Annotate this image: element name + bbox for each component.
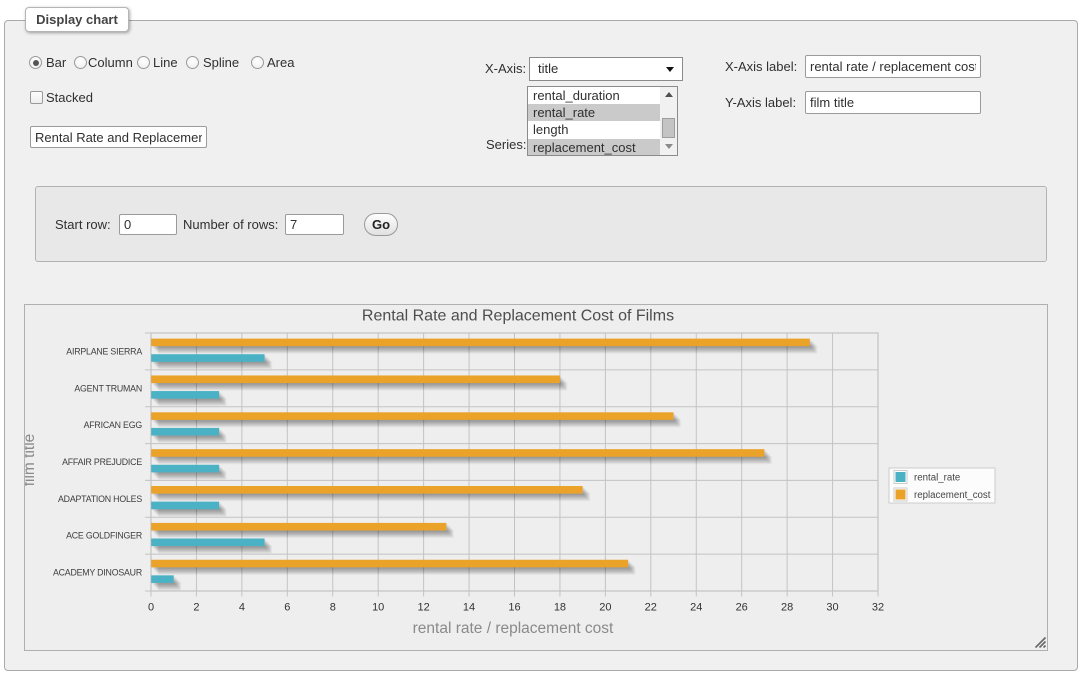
svg-text:4: 4 — [239, 602, 245, 614]
svg-text:22: 22 — [645, 602, 657, 614]
svg-text:ACE GOLDFINGER: ACE GOLDFINGER — [66, 531, 142, 541]
svg-text:replacement_cost: replacement_cost — [914, 490, 991, 501]
svg-text:AFFAIR PREJUDICE: AFFAIR PREJUDICE — [62, 457, 142, 467]
svg-text:20: 20 — [599, 602, 611, 614]
svg-text:ADAPTATION HOLES: ADAPTATION HOLES — [58, 494, 142, 504]
svg-text:ACADEMY DINOSAUR: ACADEMY DINOSAUR — [53, 568, 142, 578]
svg-text:film title: film title — [25, 434, 38, 487]
svg-text:30: 30 — [826, 602, 838, 614]
svg-text:8: 8 — [330, 602, 336, 614]
svg-text:rental_rate: rental_rate — [914, 472, 960, 483]
svg-text:AIRPLANE SIERRA: AIRPLANE SIERRA — [66, 346, 142, 356]
svg-text:AFRICAN EGG: AFRICAN EGG — [84, 420, 143, 430]
svg-text:32: 32 — [872, 602, 884, 614]
svg-text:24: 24 — [690, 602, 702, 614]
svg-text:0: 0 — [148, 602, 154, 614]
svg-text:26: 26 — [736, 602, 748, 614]
svg-text:12: 12 — [417, 602, 429, 614]
svg-text:18: 18 — [554, 602, 566, 614]
svg-text:2: 2 — [193, 602, 199, 614]
svg-text:28: 28 — [781, 602, 793, 614]
svg-text:16: 16 — [508, 602, 520, 614]
svg-text:10: 10 — [372, 602, 384, 614]
svg-text:AGENT TRUMAN: AGENT TRUMAN — [74, 383, 142, 393]
svg-text:Rental Rate and Replacement Co: Rental Rate and Replacement Cost of Film… — [362, 308, 674, 325]
svg-text:6: 6 — [284, 602, 290, 614]
svg-text:rental rate / replacement cost: rental rate / replacement cost — [413, 620, 614, 637]
svg-text:14: 14 — [463, 602, 475, 614]
